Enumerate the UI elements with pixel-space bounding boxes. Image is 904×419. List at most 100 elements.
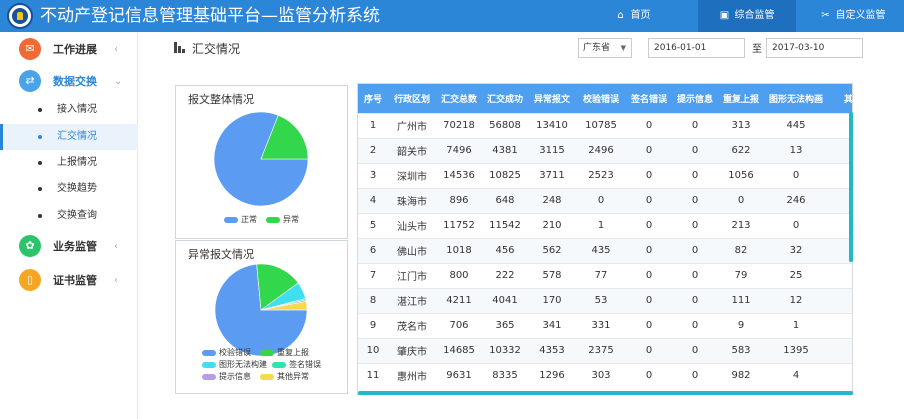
table-cell: 10825 xyxy=(482,162,528,188)
table-row[interactable]: 2 韶关市 7496 4381 3115 2496 0 0 622 13 xyxy=(358,137,852,163)
sidebar-item-exchange-trend[interactable]: 交换趋势 xyxy=(0,176,138,202)
legend-label: 校验错误 xyxy=(219,348,251,357)
table-cell: 9 xyxy=(358,312,388,338)
table-cell: 9 xyxy=(718,312,764,338)
mail-icon: ✉ xyxy=(19,38,41,60)
table-cell: 79 xyxy=(718,262,764,288)
column-header[interactable]: 其他 xyxy=(828,84,852,113)
table-cell: 0 xyxy=(672,112,718,138)
date-to-input[interactable] xyxy=(766,38,863,58)
legend-item-normal: 正常 xyxy=(224,214,257,225)
table-cell: 4 xyxy=(358,187,388,213)
sidebar-group-label: 证书监管 xyxy=(53,274,97,287)
caret-down-icon: ▼ xyxy=(620,44,626,52)
table-cell: 111 xyxy=(718,287,764,313)
table-row[interactable]: 10 肇庆市 14685 10332 4353 2375 0 0 583 1395 xyxy=(358,337,852,363)
legend-label: 异常 xyxy=(283,215,299,224)
table-cell: 0 xyxy=(626,187,672,213)
column-header[interactable]: 图形无法构画 xyxy=(764,84,828,113)
column-header[interactable]: 重复上报 xyxy=(718,84,764,113)
table-cell xyxy=(828,337,852,363)
table-row[interactable]: 1 广州市 70218 56808 13410 10785 0 0 313 445 xyxy=(358,112,852,138)
sidebar-group-business-supervision[interactable]: ✿ 业务监管 ‹ xyxy=(0,231,138,261)
column-header[interactable]: 汇交总数 xyxy=(436,84,482,113)
region-select[interactable]: 广东省 ▼ xyxy=(578,38,632,58)
nav-home[interactable]: ⌂ 首页 xyxy=(600,0,666,32)
column-header[interactable]: 行政区划 xyxy=(388,84,436,113)
table-cell: 170 xyxy=(528,287,576,313)
table-cell: 1 xyxy=(576,212,626,238)
table-horizontal-scrollbar[interactable] xyxy=(358,391,853,395)
table-cell: 0 xyxy=(672,137,718,163)
sidebar-group-data-exchange[interactable]: ⇄ 数据交换 ⌄ xyxy=(0,66,138,96)
overall-message-panel: 报文整体情况 正常 异常 xyxy=(175,85,348,239)
table-cell xyxy=(828,287,852,313)
date-range-separator: 至 xyxy=(752,44,762,55)
sidebar-group-certificate-supervision[interactable]: ▯ 证书监管 ‹ xyxy=(0,265,138,295)
column-header[interactable]: 校验错误 xyxy=(576,84,626,113)
table-cell: 9631 xyxy=(436,362,482,388)
table-cell: 800 xyxy=(436,262,482,288)
table-cell: 11 xyxy=(358,362,388,388)
legend-item-graphic-build-failed: 图形无法构建 xyxy=(202,359,267,370)
chevron-down-icon: ⌄ xyxy=(114,75,123,87)
shuffle-icon: ⇄ xyxy=(19,70,41,92)
table-vertical-scrollbar[interactable] xyxy=(849,112,853,262)
bullet-icon xyxy=(38,214,42,218)
sidebar-item-submission[interactable]: 汇交情况 xyxy=(0,124,138,150)
column-header[interactable]: 提示信息 xyxy=(672,84,718,113)
table-cell: 0 xyxy=(626,112,672,138)
column-header[interactable]: 序号 xyxy=(358,84,388,113)
table-cell: 331 xyxy=(576,312,626,338)
table-cell: 13410 xyxy=(528,112,576,138)
table-row[interactable]: 9 茂名市 706 365 341 331 0 0 9 1 xyxy=(358,312,852,338)
table-cell xyxy=(828,362,852,388)
table-cell: 77 xyxy=(576,262,626,288)
chevron-left-icon: ‹ xyxy=(114,43,118,55)
table-cell: 1056 xyxy=(718,162,764,188)
nav-custom-supervision-label: 自定义监管 xyxy=(835,10,886,21)
sidebar-group-work-progress[interactable]: ✉ 工作进展 ‹ xyxy=(0,34,138,64)
sidebar-item-reporting[interactable]: 上报情况 xyxy=(0,150,138,176)
table-cell: 622 xyxy=(718,137,764,163)
column-header[interactable]: 异常报文 xyxy=(528,84,576,113)
column-header[interactable]: 汇交成功 xyxy=(482,84,528,113)
submission-table-container: 序号 行政区划 汇交总数 汇交成功 异常报文 校验错误 签名错误 提示信息 重复上报 图形无法构画… xyxy=(357,83,853,395)
table-cell: 0 xyxy=(672,162,718,188)
submission-table: 序号 行政区划 汇交总数 汇交成功 异常报文 校验错误 签名错误 提示信息 重复上报 图形无法构画… xyxy=(358,84,852,388)
logo-emblem-icon xyxy=(7,3,33,29)
table-row[interactable]: 3 深圳市 14536 10825 3711 2523 0 0 1056 0 xyxy=(358,162,852,188)
table-cell: 广州市 xyxy=(388,112,436,138)
legend-label: 正常 xyxy=(241,215,257,224)
table-cell: 4353 xyxy=(528,337,576,363)
table-row[interactable]: 7 江门市 800 222 578 77 0 0 79 25 xyxy=(358,262,852,288)
table-cell: 12 xyxy=(764,287,828,313)
sidebar-item-access[interactable]: 接入情况 xyxy=(0,97,138,123)
table-cell: 365 xyxy=(482,312,528,338)
nav-custom-supervision[interactable]: ✂ 自定义监管 xyxy=(808,0,898,32)
table-cell: 1296 xyxy=(528,362,576,388)
column-header[interactable]: 签名错误 xyxy=(626,84,672,113)
date-from-input[interactable] xyxy=(648,38,745,58)
table-cell: 0 xyxy=(626,287,672,313)
table-cell: 0 xyxy=(672,287,718,313)
table-row[interactable]: 4 珠海市 896 648 248 0 0 0 0 246 xyxy=(358,187,852,213)
sidebar-group-label: 工作进展 xyxy=(53,43,97,56)
table-cell: 3115 xyxy=(528,137,576,163)
nav-comprehensive-supervision[interactable]: ▣ 综合监管 xyxy=(698,0,796,32)
certificate-icon: ▯ xyxy=(19,269,41,291)
table-row[interactable]: 5 汕头市 11752 11542 210 1 0 0 213 0 xyxy=(358,212,852,238)
table-cell: 14685 xyxy=(436,337,482,363)
table-cell: 5 xyxy=(358,212,388,238)
sidebar-item-exchange-query[interactable]: 交换查询 xyxy=(0,203,138,229)
legend-label: 签名错误 xyxy=(289,360,321,369)
table-cell: 0 xyxy=(672,212,718,238)
table-cell: 0 xyxy=(626,162,672,188)
table-row[interactable]: 8 湛江市 4211 4041 170 53 0 0 111 12 xyxy=(358,287,852,313)
table-row[interactable]: 11 惠州市 9631 8335 1296 303 0 0 982 4 xyxy=(358,362,852,388)
table-cell: 313 xyxy=(718,112,764,138)
legend-item-hint-info: 提示信息 xyxy=(202,371,251,382)
legend-item-check-error: 校验错误 xyxy=(202,347,251,358)
table-row[interactable]: 6 佛山市 1018 456 562 435 0 0 82 32 xyxy=(358,237,852,263)
table-cell: 0 xyxy=(764,212,828,238)
